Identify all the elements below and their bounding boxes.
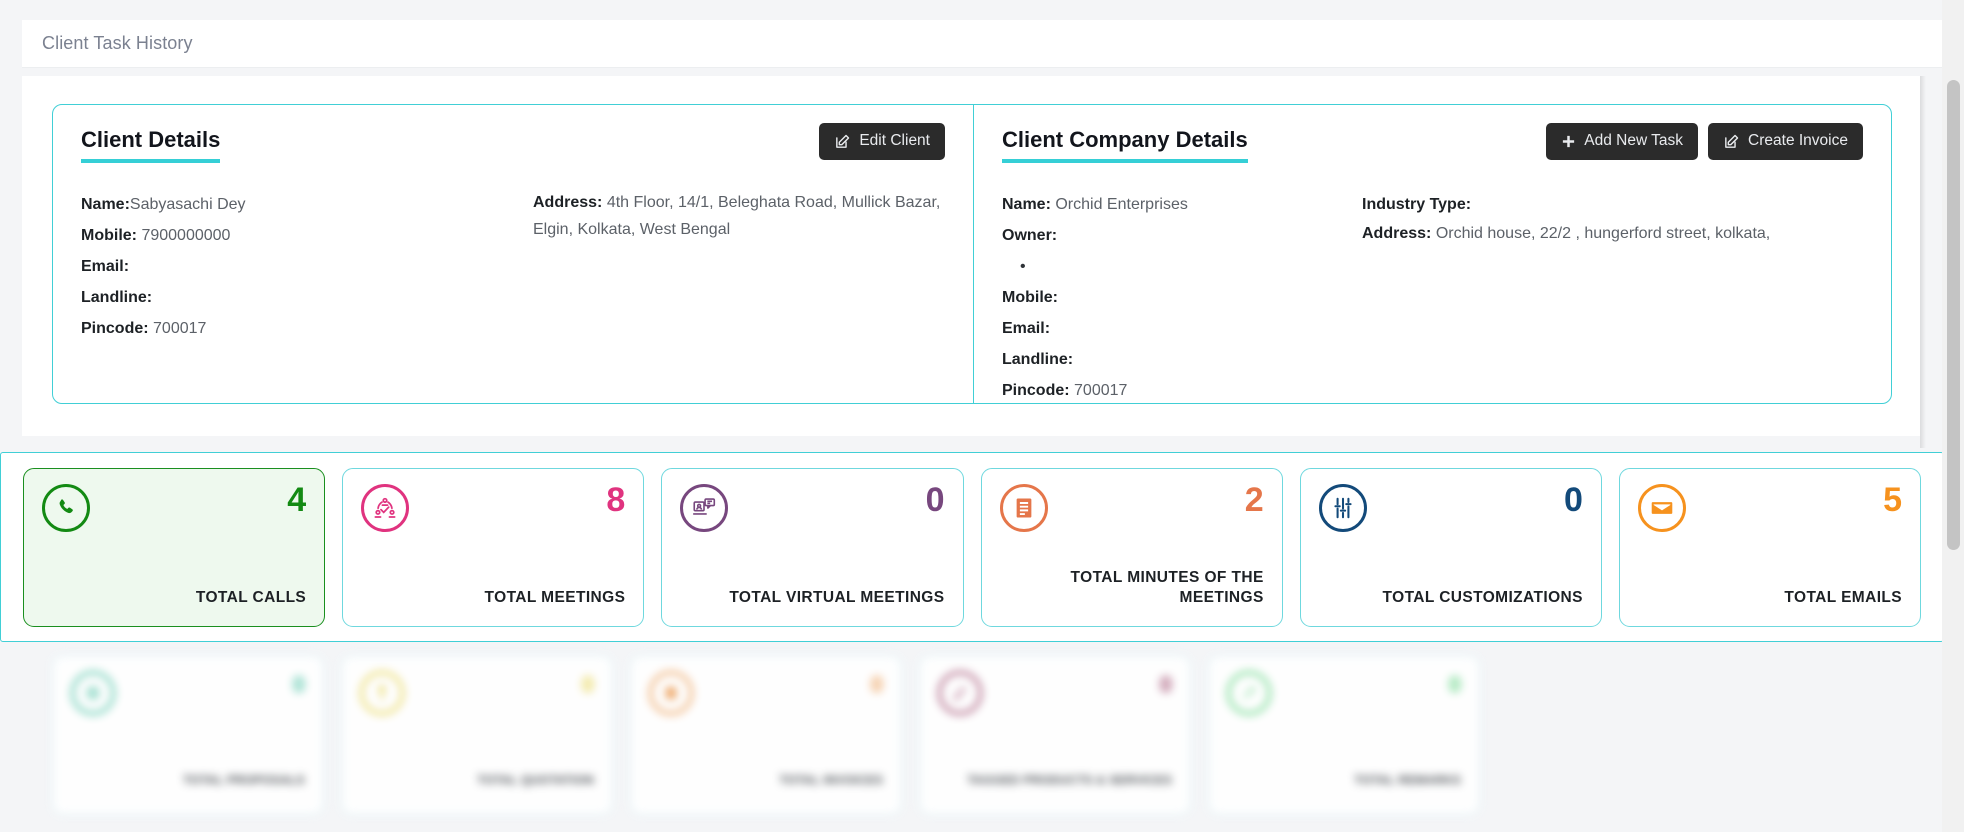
secondary-stat-card-tagged-products-services[interactable]: 0 TAGGED PRODUCTS & SERVICES <box>919 655 1191 815</box>
stat-label: TOTAL EMAILS <box>1638 588 1902 608</box>
field-email: Email: <box>81 251 533 282</box>
breadcrumb-bar: Client Task History <box>22 20 1942 68</box>
stat-label: TAGGED PRODUCTS & SERVICES <box>938 773 1172 788</box>
edit-client-button-wrap: Edit Client <box>819 123 945 160</box>
secondary-stat-cards-row: 0 TOTAL PROPOSALS 0 TOTAL QUOTATION 0 TOTAL I… <box>22 655 1922 832</box>
stat-value: 5 <box>1883 483 1902 517</box>
stat-value: 0 <box>293 672 305 698</box>
field-name: Name:Sabyasachi Dey <box>81 189 533 220</box>
stat-card-total-virtual-meetings[interactable]: 0 TOTAL VIRTUAL MEETINGS <box>661 468 963 627</box>
proposal-icon <box>71 671 115 715</box>
invoice-icon <box>649 671 693 715</box>
details-card: Client Details Edit Client Name:Sabyasac… <box>52 104 1892 404</box>
company-fields: Name: Orchid Enterprises Owner: Mobile: … <box>1002 189 1863 406</box>
remarks-icon <box>1227 671 1271 715</box>
field-owner: Owner: <box>1002 220 1362 251</box>
stat-label: TOTAL PROPOSALS <box>71 773 305 788</box>
phone-icon <box>42 484 90 532</box>
stat-card-total-meetings[interactable]: 8 TOTAL MEETINGS <box>342 468 644 627</box>
customization-icon <box>1319 484 1367 532</box>
quotation-icon <box>360 671 404 715</box>
company-fields-right: Industry Type: Address: Orchid house, 22… <box>1362 189 1863 406</box>
field-company-address: Address: Orchid house, 22/2 , hungerford… <box>1362 220 1863 247</box>
vertical-scrollbar-track[interactable] <box>1942 0 1964 832</box>
create-invoice-button[interactable]: Create Invoice <box>1708 123 1863 160</box>
stat-label: TOTAL MEETINGS <box>361 588 625 608</box>
company-actions: Add New Task Create Invoice <box>1546 123 1863 160</box>
field-address: Address: 4th Floor, 14/1, Beleghata Road… <box>533 189 945 243</box>
field-company-name: Name: Orchid Enterprises <box>1002 189 1362 220</box>
client-details-panel: Client Details Edit Client Name:Sabyasac… <box>22 76 1920 436</box>
stat-label: TOTAL CUSTOMIZATIONS <box>1319 588 1583 608</box>
stat-cards-row: 4 TOTAL CALLS 8 TOTAL MEETINGS 0 TOTAL VIRTUA… <box>0 452 1944 642</box>
panel-shadow <box>1920 76 1926 448</box>
stat-card-total-customizations[interactable]: 0 TOTAL CUSTOMIZATIONS <box>1300 468 1602 627</box>
page-root: Client Task History Client Details Edit … <box>0 0 1964 832</box>
stat-card-total-calls[interactable]: 4 TOTAL CALLS <box>23 468 325 627</box>
company-fields-left: Name: Orchid Enterprises Owner: Mobile: … <box>1002 189 1362 406</box>
stat-label: TOTAL CALLS <box>42 588 306 608</box>
client-details-column: Client Details Edit Client Name:Sabyasac… <box>53 105 973 403</box>
client-fields-right: Address: 4th Floor, 14/1, Beleghata Road… <box>533 189 945 344</box>
stat-value: 2 <box>1245 483 1264 517</box>
client-details-heading: Client Details <box>81 127 220 163</box>
stat-card-total-emails[interactable]: 5 TOTAL EMAILS <box>1619 468 1921 627</box>
stat-value: 0 <box>871 672 883 698</box>
stat-label: TOTAL QUOTATION <box>360 773 594 788</box>
field-pincode: Pincode: 700017 <box>81 313 533 344</box>
virtual-meeting-icon <box>680 484 728 532</box>
meeting-icon <box>361 484 409 532</box>
client-fields: Name:Sabyasachi Dey Mobile: 7900000000 E… <box>81 189 945 344</box>
stat-label: TOTAL VIRTUAL MEETINGS <box>680 588 944 608</box>
edit-icon <box>1723 133 1740 150</box>
field-mobile: Mobile: 7900000000 <box>81 220 533 251</box>
secondary-stat-card-total-quotation[interactable]: 0 TOTAL QUOTATION <box>341 655 613 815</box>
stat-card-total-minutes-of-the-meetings[interactable]: 2 TOTAL MINUTES OF THE MEETINGS <box>981 468 1283 627</box>
stat-label: TOTAL INVOICES <box>649 773 883 788</box>
field-landline: Landline: <box>81 282 533 313</box>
stat-value: 0 <box>1160 672 1172 698</box>
edit-client-button[interactable]: Edit Client <box>819 123 945 160</box>
company-details-column: Client Company Details Add New Task <box>973 105 1891 403</box>
stat-value: 0 <box>1449 672 1461 698</box>
breadcrumb: Client Task History <box>42 33 193 54</box>
secondary-stat-card-total-invoices[interactable]: 0 TOTAL INVOICES <box>630 655 902 815</box>
stat-value: 0 <box>926 483 945 517</box>
minutes-icon <box>1000 484 1048 532</box>
stat-value: 0 <box>1564 483 1583 517</box>
add-new-task-label: Add New Task <box>1584 132 1683 150</box>
stat-value: 0 <box>582 672 594 698</box>
owner-bullet-item <box>1002 251 1362 282</box>
stat-label: TOTAL MINUTES OF THE MEETINGS <box>1000 568 1264 608</box>
stat-value: 4 <box>287 483 306 517</box>
stat-label: TOTAL REMARKS <box>1227 773 1461 788</box>
field-company-pincode: Pincode: 700017 <box>1002 375 1362 406</box>
email-icon <box>1638 484 1686 532</box>
create-invoice-label: Create Invoice <box>1748 132 1848 150</box>
add-new-task-button[interactable]: Add New Task <box>1546 123 1698 160</box>
secondary-stat-card-total-proposals[interactable]: 0 TOTAL PROPOSALS <box>52 655 324 815</box>
stat-value: 8 <box>606 483 625 517</box>
field-company-landline: Landline: <box>1002 344 1362 375</box>
vertical-scrollbar-thumb[interactable] <box>1947 80 1960 550</box>
field-company-mobile: Mobile: <box>1002 282 1362 313</box>
company-details-heading: Client Company Details <box>1002 127 1248 163</box>
secondary-stat-card-total-remarks[interactable]: 0 TOTAL REMARKS <box>1208 655 1480 815</box>
field-company-email: Email: <box>1002 313 1362 344</box>
edit-icon <box>834 133 851 150</box>
client-fields-left: Name:Sabyasachi Dey Mobile: 7900000000 E… <box>81 189 533 344</box>
field-industry-type: Industry Type: <box>1362 189 1863 220</box>
edit-client-label: Edit Client <box>859 132 930 150</box>
tagged-icon <box>938 671 982 715</box>
plus-icon <box>1561 134 1576 149</box>
